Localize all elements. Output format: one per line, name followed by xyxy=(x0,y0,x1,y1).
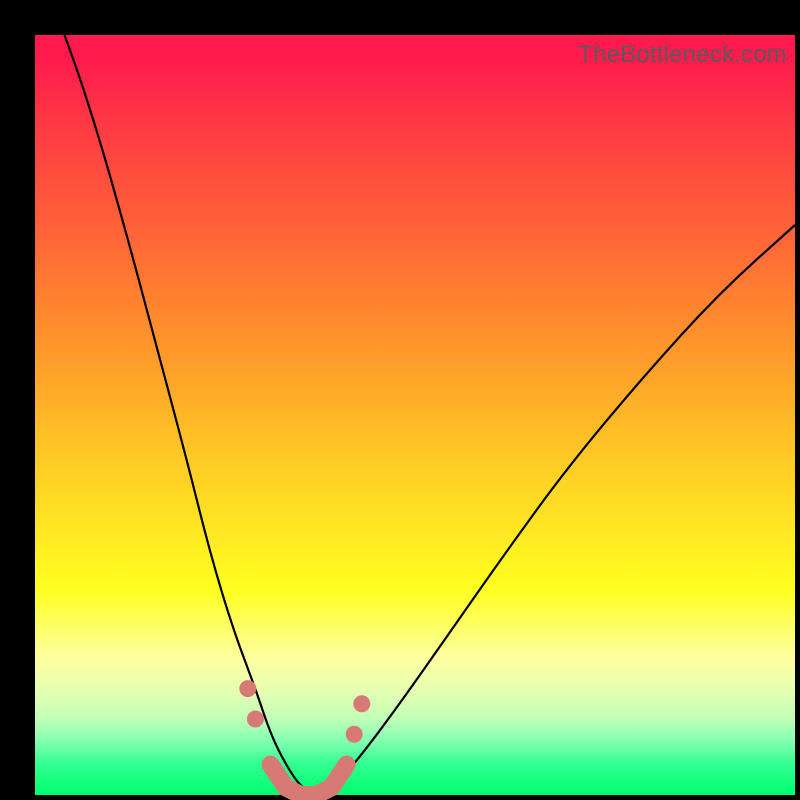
highlight-marker-dot xyxy=(247,711,263,727)
plot-area: TheBottleneck.com xyxy=(35,35,795,795)
highlight-valley-segment xyxy=(271,765,347,795)
highlight-marker-dot xyxy=(240,681,256,697)
chart-svg xyxy=(35,35,795,795)
bottleneck-curve xyxy=(35,0,795,793)
highlight-marker-dot xyxy=(354,696,370,712)
highlight-marker-dot xyxy=(346,726,362,742)
chart-frame: TheBottleneck.com xyxy=(0,0,800,800)
